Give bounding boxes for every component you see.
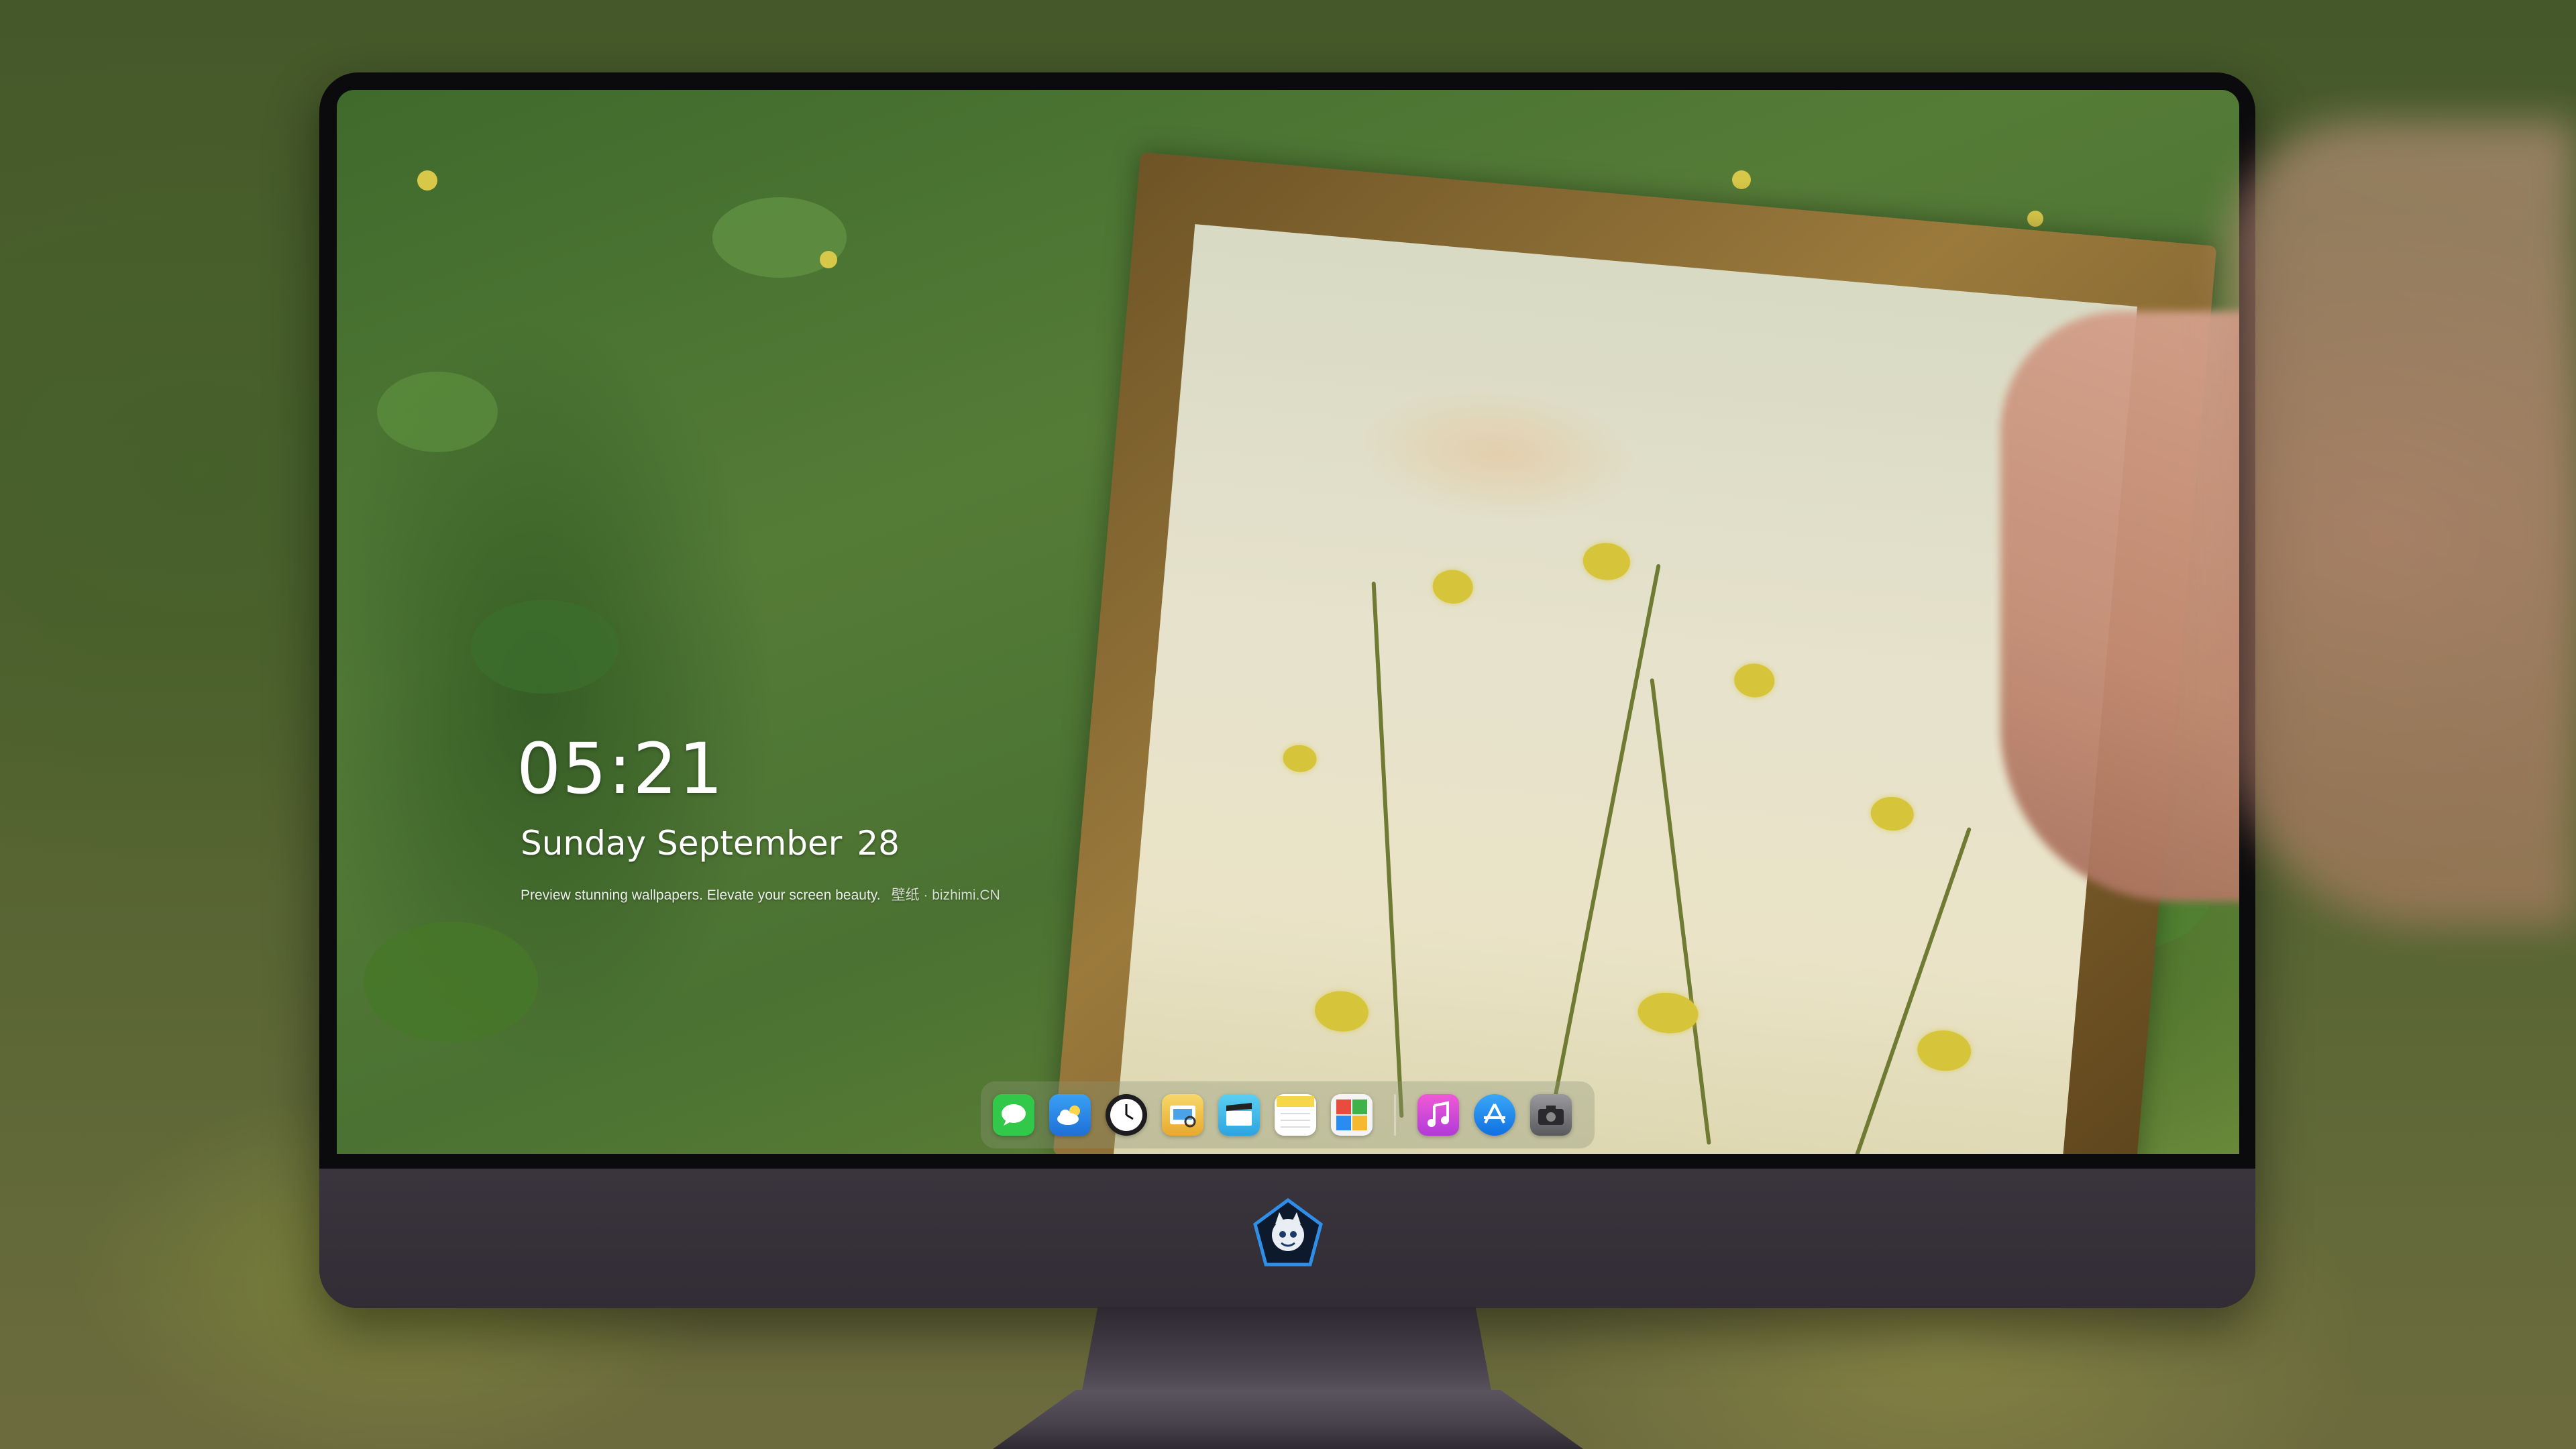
flower [820, 251, 837, 268]
dock-app-weather[interactable] [1049, 1094, 1091, 1136]
hand-holding-frame [2000, 311, 2239, 902]
dock-app-messages[interactable] [993, 1094, 1034, 1136]
yellow-bloom [1915, 1028, 1973, 1073]
dock-app-music[interactable] [1417, 1094, 1459, 1136]
music-note-icon [1428, 1101, 1449, 1127]
yellow-bloom [1281, 743, 1318, 773]
flower [1732, 170, 1751, 189]
flower [2027, 211, 2043, 227]
monitor-stand-base [993, 1390, 1583, 1449]
flower-stem [1371, 582, 1404, 1118]
lockscreen-tagline: Preview stunning wallpapers. Elevate you… [521, 884, 1000, 904]
monitor-stand-neck [1081, 1307, 1492, 1394]
yellow-bloom [1869, 795, 1915, 833]
dock-app-clips[interactable] [1218, 1094, 1260, 1136]
dock [981, 1081, 1595, 1148]
framed-sky-mirror [1110, 224, 2138, 1154]
yellow-bloom [1733, 661, 1776, 699]
photos-grid-icon [1336, 1099, 1367, 1130]
notes-icon [1277, 1096, 1314, 1128]
app-store-icon [1484, 1104, 1505, 1124]
preview-icon [1170, 1106, 1196, 1128]
leaf [377, 372, 498, 452]
camera-icon [1538, 1106, 1564, 1125]
flower-stem [1546, 564, 1661, 1131]
blurred-hand-background [2227, 121, 2576, 926]
leaf [364, 922, 538, 1042]
weather-cloud-icon [1057, 1106, 1080, 1125]
dock-separator [1394, 1094, 1396, 1136]
clapperboard-icon [1226, 1103, 1252, 1126]
lockscreen-time: 05:21 [517, 728, 724, 810]
leaf [471, 600, 619, 694]
lockscreen-date: Sunday September 28 [521, 824, 900, 863]
dock-app-notes[interactable] [1275, 1094, 1316, 1136]
flower-stem [1854, 826, 1972, 1154]
yellow-bloom [1431, 568, 1474, 606]
date-weekday-month: Sunday September [521, 824, 843, 863]
dock-app-camera[interactable] [1530, 1094, 1572, 1136]
clock-icon [1110, 1099, 1142, 1131]
tagline-site: 壁纸 · bizhimi.CN [891, 888, 1000, 903]
dock-app-app-store[interactable] [1474, 1094, 1515, 1136]
flower-stem [1650, 678, 1711, 1145]
dock-app-photo-booth[interactable] [1331, 1094, 1373, 1136]
dock-app-preview[interactable] [1162, 1094, 1203, 1136]
date-day: 28 [857, 824, 900, 863]
dock-app-clock[interactable] [1106, 1094, 1147, 1136]
message-bubble-icon [1002, 1104, 1026, 1126]
desktop-screen [337, 90, 2239, 1154]
flower [417, 170, 437, 191]
yellow-bloom [1581, 541, 1632, 582]
yellow-bloom [1313, 989, 1371, 1034]
tagline-text: Preview stunning wallpapers. Elevate you… [521, 888, 881, 903]
mascot-logo-icon [1253, 1197, 1323, 1267]
